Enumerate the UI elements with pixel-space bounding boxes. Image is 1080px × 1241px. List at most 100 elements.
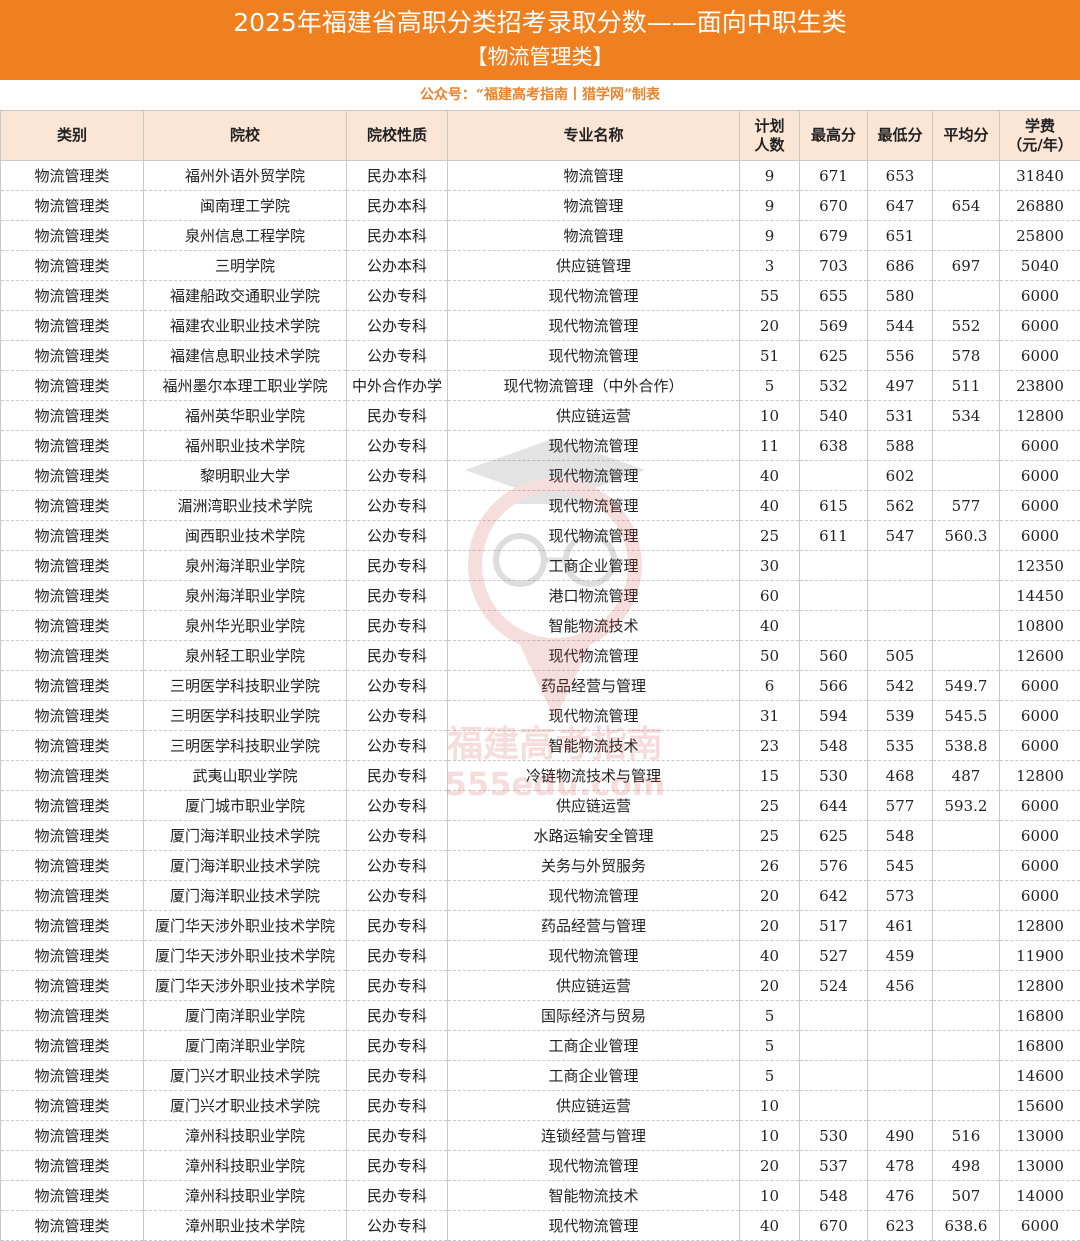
cell-category: 物流管理类: [1, 701, 144, 731]
cell-tuition: 26880: [1000, 191, 1080, 221]
cell-major: 关务与外贸服务: [448, 851, 740, 881]
header-major: 专业名称: [448, 111, 740, 161]
table-body: 物流管理类福州外语外贸学院民办本科物流管理967165331840物流管理类闽南…: [1, 161, 1080, 1241]
cell-school-type: 民办专科: [347, 611, 448, 641]
cell-plan-count: 9: [740, 161, 800, 191]
cell-category: 物流管理类: [1, 1211, 144, 1241]
cell-school: 厦门海洋职业技术学院: [144, 851, 347, 881]
cell-max-score: [800, 1031, 868, 1061]
cell-avg-score: 538.8: [933, 731, 1000, 761]
table-row: 物流管理类三明医学科技职业学院公办专科药品经营与管理6566542549.760…: [1, 671, 1080, 701]
cell-plan-count: 26: [740, 851, 800, 881]
cell-school-type: 公办专科: [347, 461, 448, 491]
cell-avg-score: 697: [933, 251, 1000, 281]
cell-min-score: 653: [868, 161, 933, 191]
cell-max-score: [800, 581, 868, 611]
source-credit: 公众号：“福建高考指南丨猎学网”制表: [0, 86, 1080, 104]
cell-school-type: 公办专科: [347, 731, 448, 761]
cell-tuition: 6000: [1000, 1211, 1080, 1241]
cell-school: 厦门海洋职业技术学院: [144, 821, 347, 851]
cell-school-type: 民办专科: [347, 941, 448, 971]
title-banner: 2025年福建省高职分类招考录取分数——面向中职生类 【物流管理类】: [0, 0, 1080, 80]
cell-plan-count: 20: [740, 911, 800, 941]
admission-score-table: 类别院校院校性质专业名称计划人数最高分最低分平均分学费（元/年） 物流管理类福州…: [0, 110, 1080, 1241]
table-row: 物流管理类厦门华天涉外职业技术学院民办专科供应链运营2052445612800: [1, 971, 1080, 1001]
cell-major: 现代物流管理: [448, 1211, 740, 1241]
cell-avg-score: [933, 1001, 1000, 1031]
cell-plan-count: 40: [740, 461, 800, 491]
cell-category: 物流管理类: [1, 1121, 144, 1151]
table-row: 物流管理类漳州职业技术学院公办专科现代物流管理40670623638.66000: [1, 1211, 1080, 1241]
cell-min-score: 548: [868, 821, 933, 851]
table-row: 物流管理类厦门兴才职业技术学院民办专科工商企业管理514600: [1, 1061, 1080, 1091]
cell-min-score: [868, 1001, 933, 1031]
cell-school: 漳州科技职业学院: [144, 1151, 347, 1181]
table-row: 物流管理类福州墨尔本理工职业学院中外合作办学现代物流管理（中外合作）553249…: [1, 371, 1080, 401]
cell-max-score: 576: [800, 851, 868, 881]
cell-tuition: 6000: [1000, 311, 1080, 341]
cell-plan-count: 40: [740, 611, 800, 641]
cell-major: 冷链物流技术与管理: [448, 761, 740, 791]
header-tuition: 学费（元/年）: [1000, 111, 1080, 161]
cell-school-type: 公办本科: [347, 251, 448, 281]
cell-min-score: 647: [868, 191, 933, 221]
cell-max-score: [800, 551, 868, 581]
cell-school: 湄洲湾职业技术学院: [144, 491, 347, 521]
cell-category: 物流管理类: [1, 761, 144, 791]
cell-max-score: [800, 611, 868, 641]
cell-tuition: 12350: [1000, 551, 1080, 581]
cell-major: 现代物流管理: [448, 431, 740, 461]
cell-plan-count: 20: [740, 881, 800, 911]
cell-major: 物流管理: [448, 191, 740, 221]
cell-avg-score: 638.6: [933, 1211, 1000, 1241]
cell-category: 物流管理类: [1, 431, 144, 461]
cell-max-score: 548: [800, 1181, 868, 1211]
cell-school: 厦门华天涉外职业技术学院: [144, 911, 347, 941]
cell-category: 物流管理类: [1, 641, 144, 671]
cell-school-type: 公办专科: [347, 881, 448, 911]
cell-school: 三明医学科技职业学院: [144, 731, 347, 761]
cell-tuition: 13000: [1000, 1151, 1080, 1181]
cell-plan-count: 5: [740, 1061, 800, 1091]
cell-school-type: 公办专科: [347, 521, 448, 551]
cell-school: 厦门华天涉外职业技术学院: [144, 971, 347, 1001]
cell-min-score: 505: [868, 641, 933, 671]
cell-plan-count: 20: [740, 971, 800, 1001]
table-row: 物流管理类厦门海洋职业技术学院公办专科现代物流管理206425736000: [1, 881, 1080, 911]
cell-major: 国际经济与贸易: [448, 1001, 740, 1031]
cell-avg-score: [933, 161, 1000, 191]
cell-school: 福建农业职业技术学院: [144, 311, 347, 341]
cell-max-score: 642: [800, 881, 868, 911]
cell-avg-score: [933, 881, 1000, 911]
table-row: 物流管理类三明医学科技职业学院公办专科现代物流管理31594539545.560…: [1, 701, 1080, 731]
cell-avg-score: [933, 641, 1000, 671]
cell-category: 物流管理类: [1, 1001, 144, 1031]
cell-tuition: 6000: [1000, 851, 1080, 881]
cell-major: 现代物流管理: [448, 491, 740, 521]
cell-major: 连锁经营与管理: [448, 1121, 740, 1151]
cell-school: 福州英华职业学院: [144, 401, 347, 431]
cell-max-score: [800, 1061, 868, 1091]
cell-avg-score: [933, 851, 1000, 881]
cell-min-score: 531: [868, 401, 933, 431]
cell-max-score: 679: [800, 221, 868, 251]
cell-min-score: 577: [868, 791, 933, 821]
cell-tuition: 6000: [1000, 491, 1080, 521]
cell-min-score: [868, 1091, 933, 1121]
table-row: 物流管理类三明学院公办本科供应链管理37036866975040: [1, 251, 1080, 281]
cell-category: 物流管理类: [1, 191, 144, 221]
cell-avg-score: 545.5: [933, 701, 1000, 731]
cell-max-score: 625: [800, 341, 868, 371]
cell-max-score: 560: [800, 641, 868, 671]
cell-max-score: 524: [800, 971, 868, 1001]
cell-tuition: 6000: [1000, 881, 1080, 911]
cell-min-score: 562: [868, 491, 933, 521]
table-row: 物流管理类漳州科技职业学院民办专科智能物流技术1054847650714000: [1, 1181, 1080, 1211]
cell-tuition: 6000: [1000, 281, 1080, 311]
cell-major: 水路运输安全管理: [448, 821, 740, 851]
header-avg-score: 平均分: [933, 111, 1000, 161]
cell-avg-score: [933, 551, 1000, 581]
cell-avg-score: 654: [933, 191, 1000, 221]
cell-avg-score: [933, 971, 1000, 1001]
table-row: 物流管理类闽西职业技术学院公办专科现代物流管理25611547560.36000: [1, 521, 1080, 551]
